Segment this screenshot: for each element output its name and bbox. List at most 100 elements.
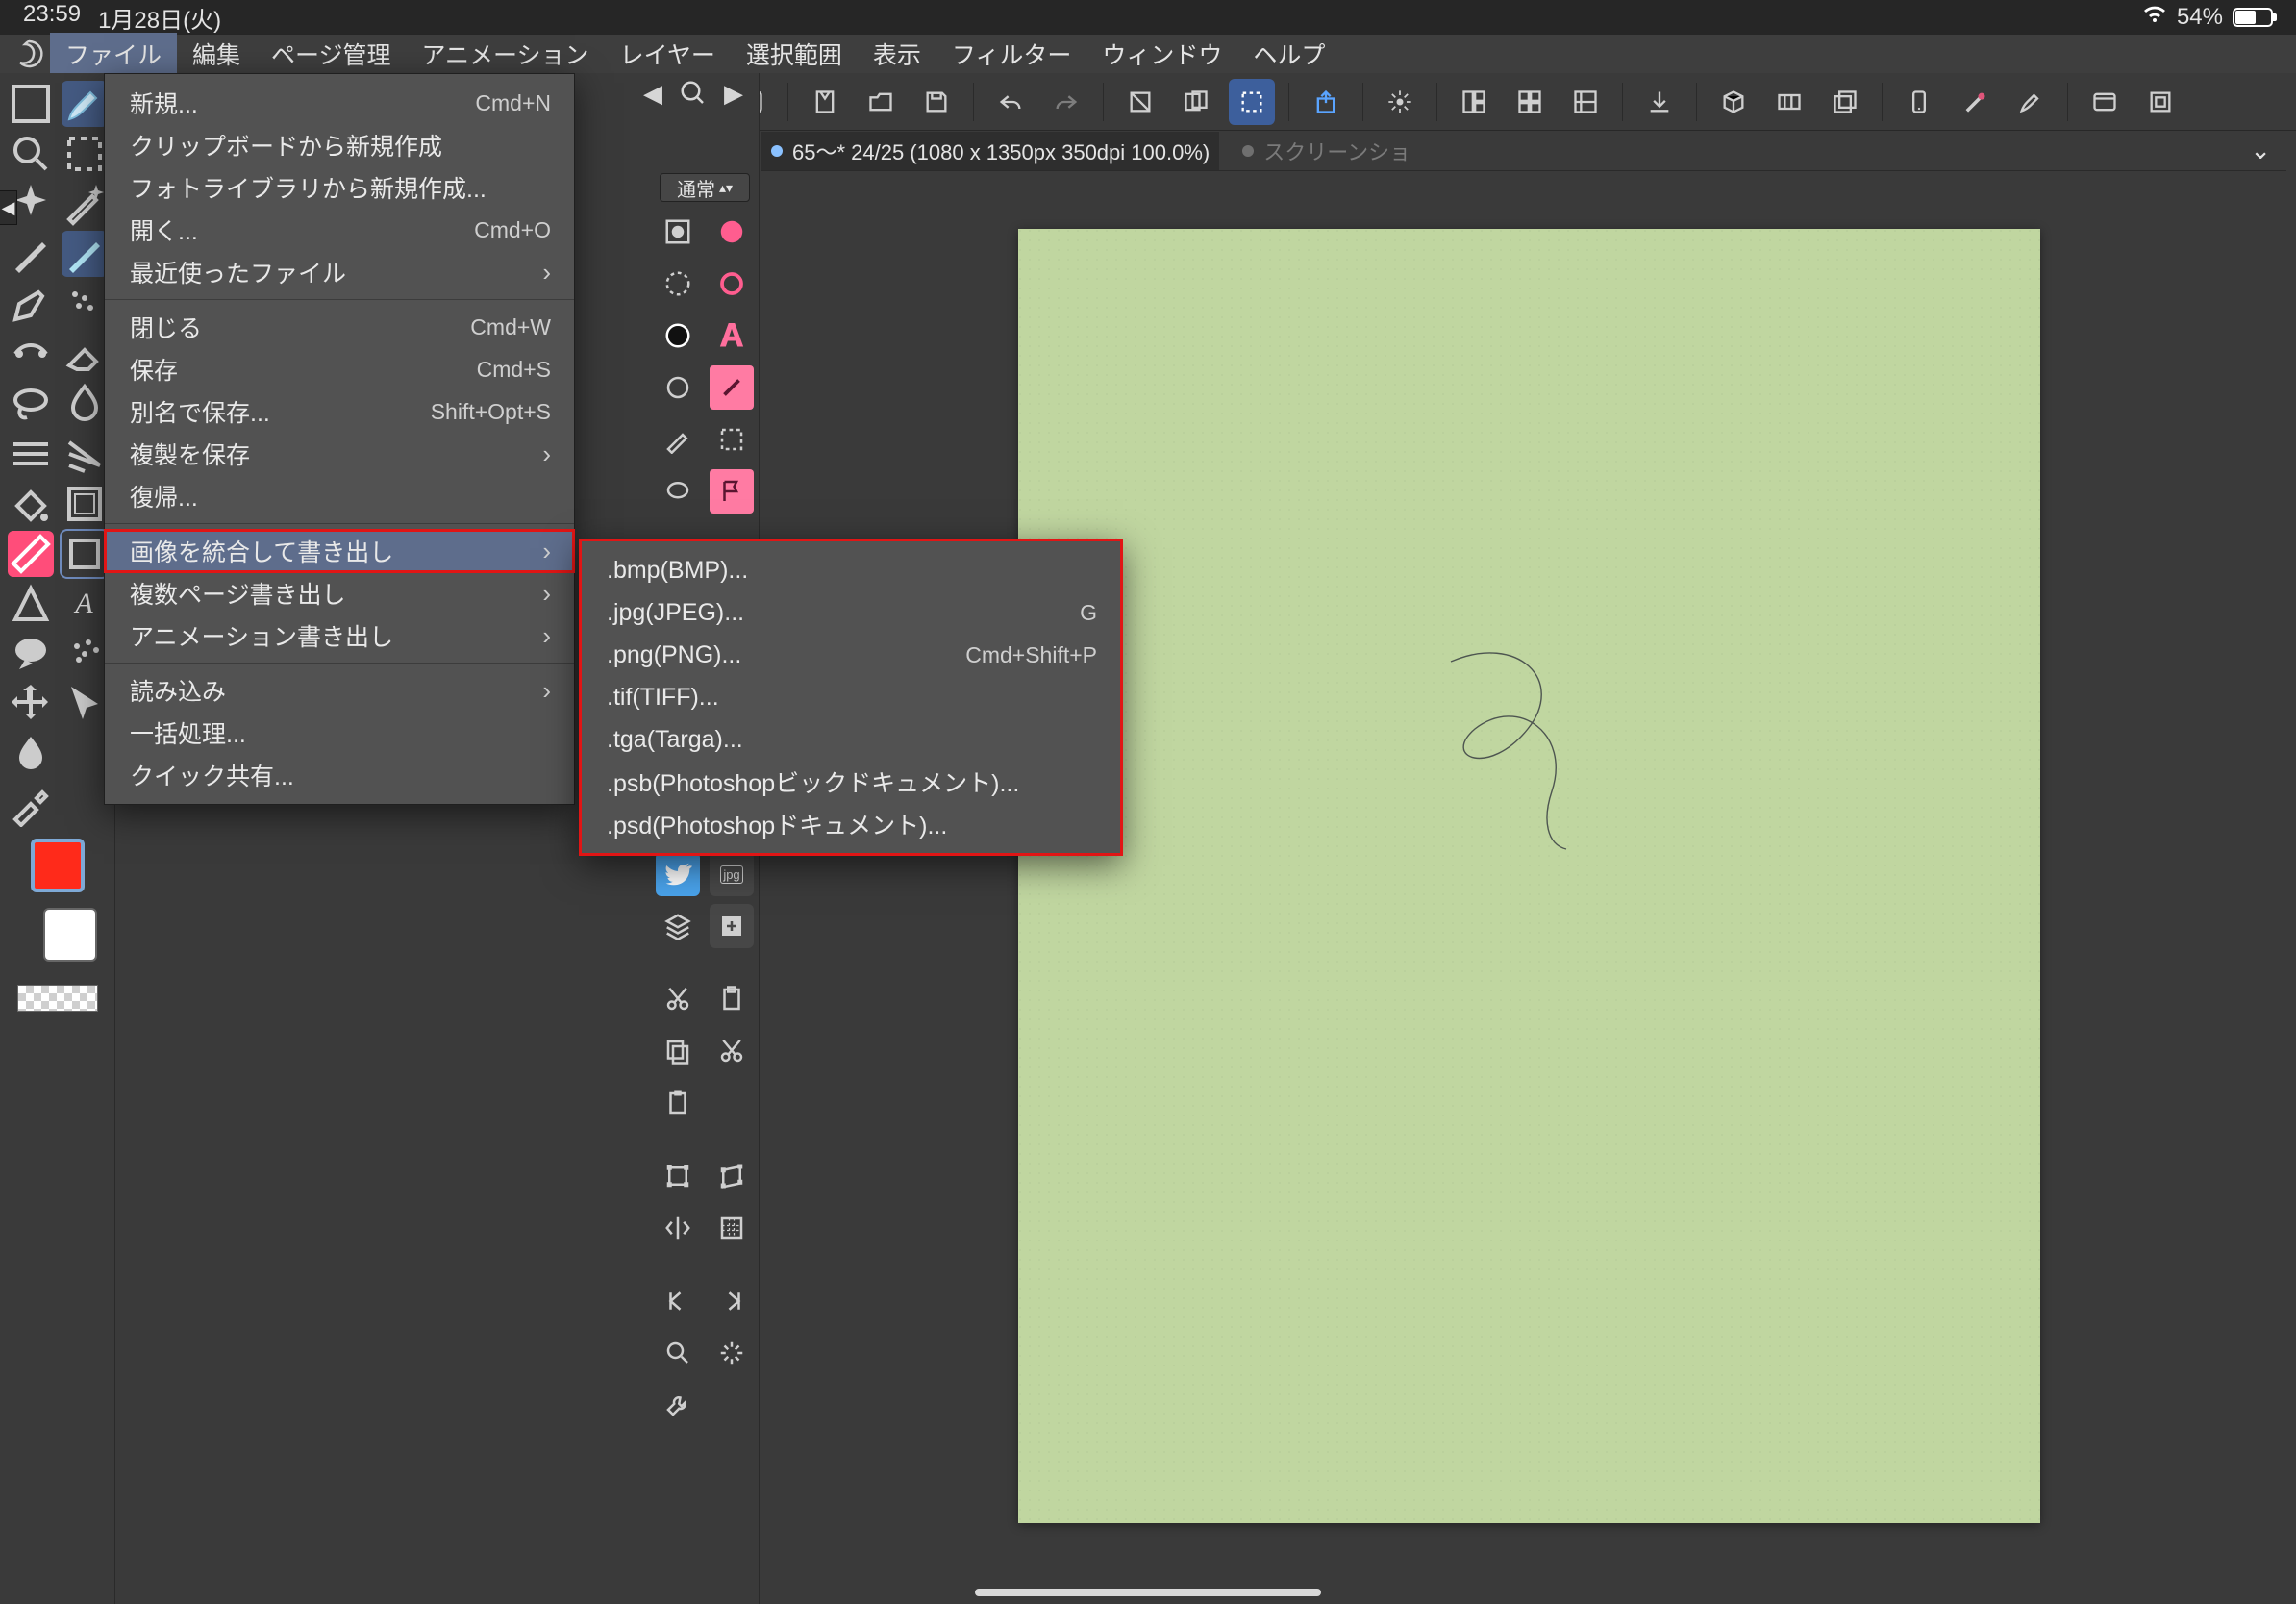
- triangle-tool-icon[interactable]: [8, 581, 54, 627]
- pencil-tool-icon[interactable]: [62, 231, 108, 277]
- black-circle-icon[interactable]: [656, 313, 700, 358]
- blend-tool-icon[interactable]: [62, 381, 108, 427]
- menu-ファイル[interactable]: ファイル: [50, 33, 177, 75]
- wrench-icon[interactable]: [656, 1383, 700, 1427]
- gradient-tool-icon[interactable]: [62, 431, 108, 477]
- file-menu-item[interactable]: 画像を統合して書き出し›: [105, 530, 574, 572]
- operation-tool-icon[interactable]: [62, 681, 108, 727]
- file-menu-item[interactable]: 一括処理...: [105, 712, 574, 754]
- file-menu-item[interactable]: 開く...Cmd+O: [105, 209, 574, 251]
- menu-レイヤー[interactable]: レイヤー: [605, 33, 731, 75]
- blend-mode-select[interactable]: 通常▴▾: [660, 173, 750, 202]
- layers-icon[interactable]: [1822, 79, 1868, 125]
- inkpen-tool-icon[interactable]: [8, 281, 54, 327]
- export-menu-item[interactable]: .bmp(BMP)...: [582, 549, 1120, 591]
- pink-brush-thumb-icon[interactable]: [710, 365, 754, 410]
- csp-assets-icon[interactable]: [2137, 79, 2184, 125]
- dashed-select-icon[interactable]: [710, 417, 754, 462]
- prev-frame-icon[interactable]: [656, 1279, 700, 1323]
- next-frame-icon[interactable]: [710, 1279, 754, 1323]
- grid1-icon[interactable]: [1451, 79, 1497, 125]
- export-menu-item[interactable]: .psd(Photoshopドキュメント)...: [582, 803, 1120, 845]
- file-menu-item[interactable]: 最近使ったファイル›: [105, 251, 574, 293]
- brush-settings-icon[interactable]: [2008, 79, 2054, 125]
- bucket-tool-icon[interactable]: [8, 731, 54, 777]
- cloud-icon[interactable]: [2082, 79, 2128, 125]
- clear-layer-icon[interactable]: [1117, 79, 1163, 125]
- zoom-chev-right-icon[interactable]: ▶: [716, 76, 751, 111]
- fill-tool-icon[interactable]: [8, 481, 54, 527]
- wand-tool-icon[interactable]: [62, 181, 108, 227]
- pink-filled-circle-icon[interactable]: [710, 210, 754, 254]
- copy-icon[interactable]: [656, 1029, 700, 1073]
- file-menu-item[interactable]: フォトライブラリから新規作成...: [105, 166, 574, 209]
- mask-icon[interactable]: [656, 210, 700, 254]
- snap-icon[interactable]: [1377, 79, 1423, 125]
- cut-icon[interactable]: [656, 977, 700, 1021]
- search2-icon[interactable]: [656, 1331, 700, 1375]
- trim-icon[interactable]: [1173, 79, 1219, 125]
- export-menu-item[interactable]: .png(PNG)...Cmd+Shift+P: [582, 634, 1120, 676]
- cut2-icon[interactable]: [710, 1029, 754, 1073]
- clipboard-icon[interactable]: [710, 977, 754, 1021]
- menu-アニメーション[interactable]: アニメーション: [407, 33, 605, 75]
- menu-ヘルプ[interactable]: ヘルプ: [1237, 33, 1340, 75]
- pen-tool-icon[interactable]: [8, 231, 54, 277]
- file-menu-item[interactable]: クイック共有...: [105, 754, 574, 796]
- lasso-fill-icon[interactable]: [656, 469, 700, 514]
- new-layer-icon[interactable]: [710, 904, 754, 948]
- file-menu-item[interactable]: 新規...Cmd+N: [105, 82, 574, 124]
- decoration-tool-icon[interactable]: [8, 331, 54, 377]
- tab-active[interactable]: 65～* 24/25 (1080 x 1350px 350dpi 100.0%): [761, 132, 1219, 170]
- layer-stack-icon[interactable]: [656, 904, 700, 948]
- canvas-size-icon[interactable]: [710, 1206, 754, 1250]
- app-logo-icon[interactable]: [8, 35, 50, 73]
- zoom-chev-left-icon[interactable]: ◀: [636, 76, 670, 111]
- tab-inactive[interactable]: スクリーンショ: [1233, 132, 1420, 170]
- export-menu-item[interactable]: .tif(TIFF)...: [582, 676, 1120, 718]
- pink-outline-circle-icon[interactable]: [710, 262, 754, 306]
- loader-icon[interactable]: [710, 1331, 754, 1375]
- redo-icon[interactable]: [1043, 79, 1089, 125]
- small-circle-icon[interactable]: [656, 365, 700, 410]
- grid3-icon[interactable]: [1562, 79, 1609, 125]
- eyedropper-tool-icon[interactable]: [8, 781, 54, 827]
- pencil-edit-icon[interactable]: [656, 417, 700, 462]
- menu-フィルター[interactable]: フィルター: [936, 33, 1087, 75]
- ruler-tool-icon[interactable]: [8, 531, 54, 577]
- airbrush-tool-icon[interactable]: [62, 281, 108, 327]
- flag-icon[interactable]: [710, 469, 754, 514]
- undo-icon[interactable]: [987, 79, 1034, 125]
- menu-ページ管理[interactable]: ページ管理: [256, 33, 407, 75]
- menu-選択範囲[interactable]: 選択範囲: [731, 33, 858, 75]
- file-menu-item[interactable]: 複製を保存›: [105, 433, 574, 475]
- eraser-tool-icon[interactable]: [62, 331, 108, 377]
- toggle-panel-icon[interactable]: ◀: [0, 190, 17, 225]
- balloon-tool-icon[interactable]: [8, 631, 54, 677]
- menu-ウィンドウ[interactable]: ウィンドウ: [1086, 33, 1237, 75]
- free-transform-icon[interactable]: [710, 1154, 754, 1198]
- edit-tool-icon[interactable]: [8, 81, 54, 127]
- file-menu-item[interactable]: アニメーション書き出し›: [105, 614, 574, 657]
- share-icon[interactable]: [1303, 79, 1349, 125]
- circle-dashed-icon[interactable]: [656, 262, 700, 306]
- canvas-viewport[interactable]: [761, 173, 2296, 1604]
- foreground-color-swatch[interactable]: [31, 839, 85, 892]
- menu-表示[interactable]: 表示: [858, 33, 936, 75]
- new-doc-icon[interactable]: [802, 79, 848, 125]
- menu-編集[interactable]: 編集: [177, 33, 256, 75]
- background-color-swatch[interactable]: [43, 908, 97, 962]
- download-icon[interactable]: [1636, 79, 1683, 125]
- marquee-tool-icon[interactable]: [62, 131, 108, 177]
- frame-tool-icon[interactable]: [62, 481, 108, 527]
- grid2-icon[interactable]: [1507, 79, 1553, 125]
- file-menu-item[interactable]: 複数ページ書き出し›: [105, 572, 574, 614]
- twitter-icon[interactable]: [656, 852, 700, 896]
- zoom-mag-icon[interactable]: [676, 76, 711, 111]
- spray-tool-icon[interactable]: [62, 631, 108, 677]
- tab-overflow-chevron-icon[interactable]: ⌄: [2250, 136, 2286, 165]
- lasso-tool-icon[interactable]: [8, 381, 54, 427]
- file-menu-item[interactable]: 読み込み›: [105, 669, 574, 712]
- flip-h-icon[interactable]: [656, 1206, 700, 1250]
- timeline-icon[interactable]: [1766, 79, 1812, 125]
